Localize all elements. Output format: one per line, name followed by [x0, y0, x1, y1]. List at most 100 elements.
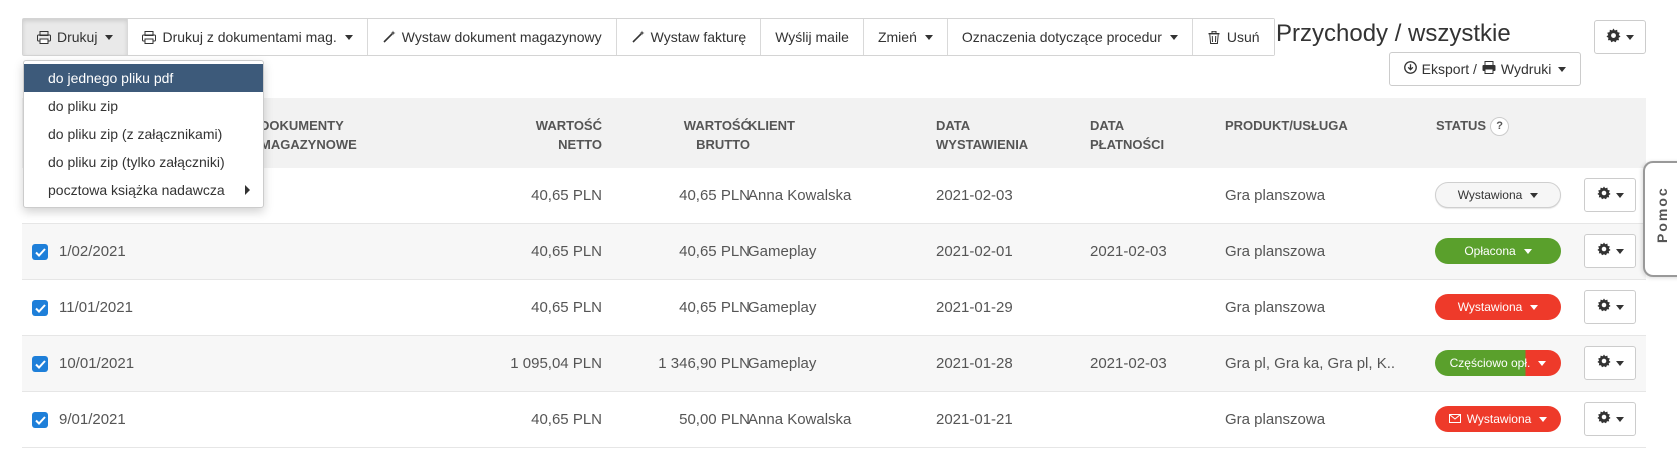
checkmark-icon [34, 247, 46, 257]
chevron-down-icon [1169, 34, 1178, 40]
procedure-markings-label: Oznaczenia dotyczące procedur [961, 29, 1162, 45]
table-row[interactable]: 10/01/2021 1 095,04 PLN 1 346,90 PLN Gam… [22, 336, 1646, 392]
chevron-down-icon [1538, 360, 1547, 366]
column-header-payment-date[interactable]: DATA PŁATNOŚCI [1090, 116, 1164, 154]
menu-item-zip-attachments-only[interactable]: do pliku zip (tylko załączniki) [24, 148, 263, 176]
table-row[interactable]: 1/02/2021 40,65 PLN 40,65 PLN Gameplay 2… [22, 224, 1646, 280]
document-number[interactable]: 9/01/2021 [59, 411, 126, 428]
status-dropdown[interactable]: Wystawiona [1435, 406, 1561, 432]
chevron-right-icon [245, 185, 250, 195]
row-settings-button[interactable] [1584, 346, 1636, 380]
issue-invoice-label: Wystaw fakturę [650, 29, 747, 45]
column-header-gross[interactable]: WARTOŚĆ BRUTTO [620, 116, 750, 154]
document-number[interactable]: 10/01/2021 [59, 355, 134, 372]
change-button[interactable]: Zmień [863, 19, 948, 55]
issue-warehouse-doc-button[interactable]: Wystaw dokument magazynowy [367, 19, 617, 55]
chevron-down-icon [1523, 248, 1532, 254]
product-name: Gra planszowa [1225, 411, 1326, 428]
row-settings-button[interactable] [1584, 178, 1636, 212]
status-dropdown[interactable]: Wystawiona [1435, 294, 1561, 320]
download-icon [1403, 61, 1417, 77]
row-settings-button[interactable] [1584, 290, 1636, 324]
menu-item-postal-book[interactable]: pocztowa książka nadawcza [24, 176, 263, 204]
column-header-client[interactable]: KLIENT [748, 116, 795, 135]
client-name: Anna Kowalska [748, 411, 852, 428]
menu-item-single-pdf[interactable]: do jednego pliku pdf [24, 64, 263, 92]
product-name: Gra planszowa [1225, 187, 1326, 204]
status-label: Częściowo opł. [1449, 356, 1531, 370]
status-label: Wystawiona [1457, 188, 1523, 202]
row-checkbox[interactable] [32, 300, 48, 316]
column-header-net[interactable]: WARTOŚĆ NETTO [472, 116, 602, 154]
table-row[interactable]: 9/01/2021 40,65 PLN 50,00 PLN Anna Kowal… [22, 392, 1646, 448]
chevron-down-icon [1615, 416, 1624, 422]
checkmark-icon [34, 415, 46, 425]
column-header-documents[interactable]: DOKUMENTY MAGAZYNOWE [260, 116, 357, 154]
procedure-markings-button[interactable]: Oznaczenia dotyczące procedur [947, 19, 1193, 55]
row-checkbox[interactable] [32, 244, 48, 260]
export-prints-button[interactable]: Eksport / Wydruki [1389, 52, 1581, 86]
issue-date: 2021-02-03 [936, 187, 1013, 204]
delete-label: Usuń [1226, 29, 1260, 45]
product-name: Gra planszowa [1225, 243, 1326, 260]
chevron-down-icon [924, 34, 933, 40]
product-name: Gra planszowa [1225, 299, 1326, 316]
column-header-status[interactable]: STATUS? [1436, 116, 1510, 137]
issue-date: 2021-01-29 [936, 299, 1013, 316]
export-label: Eksport / [1421, 61, 1477, 77]
client-name: Gameplay [748, 355, 817, 372]
payment-date: 2021-02-03 [1090, 243, 1167, 260]
print-button[interactable]: Drukuj [23, 19, 129, 55]
table-row[interactable]: 40,65 PLN 40,65 PLN Anna Kowalska 2021-0… [22, 168, 1646, 224]
gear-icon [1606, 27, 1621, 47]
chevron-down-icon [1539, 416, 1548, 422]
send-mails-button[interactable]: Wyślij maile [761, 19, 864, 55]
send-mails-label: Wyślij maile [775, 29, 849, 45]
magic-wand-icon [382, 30, 396, 44]
chevron-down-icon [344, 34, 353, 40]
gear-icon [1596, 242, 1611, 260]
gear-icon [1596, 186, 1611, 204]
status-label: Wystawiona [1466, 412, 1532, 426]
document-number[interactable]: 1/02/2021 [59, 243, 126, 260]
chevron-down-icon [1626, 34, 1634, 40]
menu-item-zip[interactable]: do pliku zip [24, 92, 263, 120]
status-dropdown[interactable]: Wystawiona [1435, 182, 1561, 208]
column-header-issue-date[interactable]: DATA WYSTAWIENIA [936, 116, 1028, 154]
row-settings-button[interactable] [1584, 402, 1636, 436]
issue-date: 2021-01-28 [936, 355, 1013, 372]
gross-value: 40,65 PLN [679, 299, 750, 316]
status-dropdown[interactable]: Opłacona [1435, 238, 1561, 264]
payment-date: 2021-02-03 [1090, 355, 1167, 372]
chevron-down-icon [1615, 192, 1624, 198]
help-icon[interactable]: ? [1490, 117, 1510, 137]
issue-invoice-button[interactable]: Wystaw fakturę [616, 19, 762, 55]
gross-value: 50,00 PLN [679, 411, 750, 428]
client-name: Gameplay [748, 243, 817, 260]
document-number[interactable]: 11/01/2021 [59, 299, 133, 316]
net-value: 40,65 PLN [531, 187, 602, 204]
help-tab-label: Pomoc [1654, 186, 1670, 243]
help-tab[interactable]: Pomoc [1643, 161, 1677, 277]
checkmark-icon [34, 303, 46, 313]
action-toolbar: Drukuj Drukuj z dokumentami mag. Wystaw … [22, 18, 1275, 56]
settings-button[interactable] [1594, 20, 1646, 54]
row-settings-button[interactable] [1584, 234, 1636, 268]
delete-button[interactable]: Usuń [1192, 19, 1274, 55]
table-row[interactable]: 11/01/2021 40,65 PLN 40,65 PLN Gameplay … [22, 280, 1646, 336]
column-header-product[interactable]: PRODUKT/USŁUGA [1225, 116, 1348, 135]
printer-icon [37, 30, 51, 44]
checkmark-icon [34, 359, 46, 369]
print-with-docs-button[interactable]: Drukuj z dokumentami mag. [128, 19, 368, 55]
issue-warehouse-doc-label: Wystaw dokument magazynowy [401, 29, 602, 45]
menu-item-zip-with-attachments[interactable]: do pliku zip (z załącznikami) [24, 120, 263, 148]
row-checkbox[interactable] [32, 412, 48, 428]
net-value: 40,65 PLN [531, 243, 602, 260]
client-name: Gameplay [748, 299, 817, 316]
magic-wand-icon [631, 30, 645, 44]
status-dropdown[interactable]: Częściowo opł. [1435, 350, 1561, 376]
row-checkbox[interactable] [32, 356, 48, 372]
prints-label: Wydruki [1500, 61, 1552, 77]
gear-icon [1596, 410, 1611, 428]
change-label: Zmień [877, 29, 917, 45]
